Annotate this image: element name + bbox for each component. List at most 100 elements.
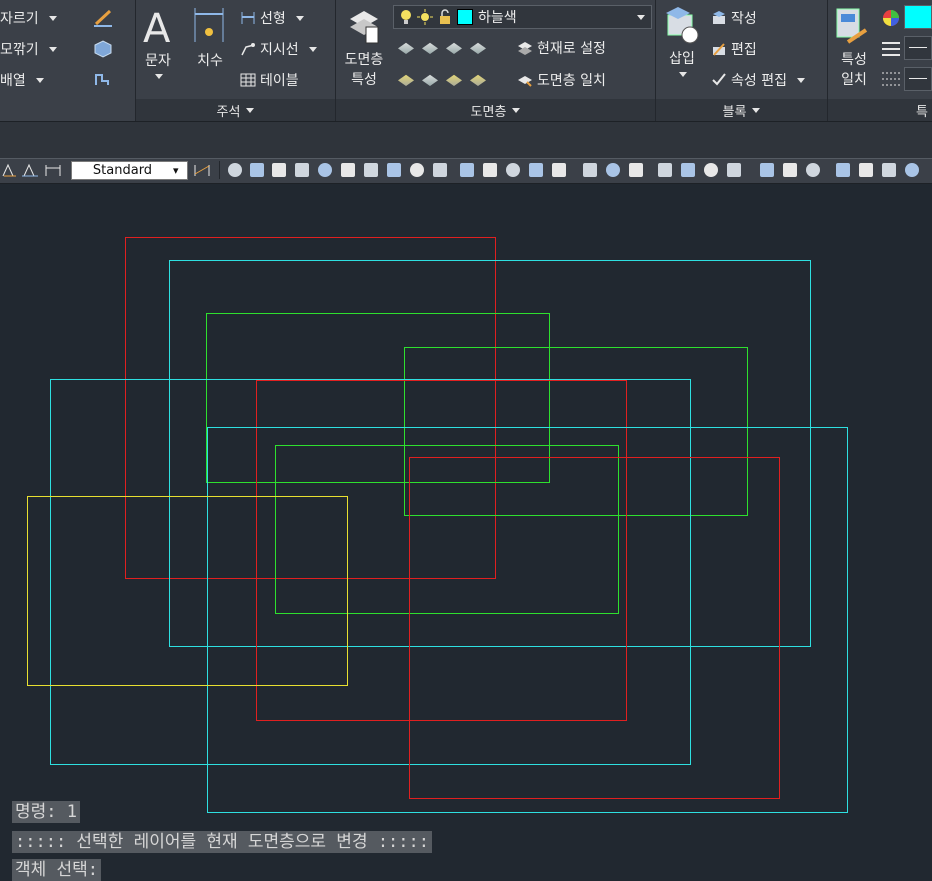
annotation-panel-title[interactable]: 주석 <box>136 99 335 121</box>
trim-button[interactable]: 자르기 <box>0 8 57 28</box>
leader-button[interactable]: 지시선 <box>240 39 317 59</box>
edit-block-label: 편집 <box>731 42 757 58</box>
color-combo[interactable] <box>904 5 932 29</box>
toolbar-tool-icon[interactable] <box>783 163 797 177</box>
linear-button[interactable]: 선형 <box>240 8 304 28</box>
toolbar-tool-icon[interactable] <box>506 163 520 177</box>
toolbar-tool-icon[interactable] <box>583 163 597 177</box>
layers-panel-title[interactable]: 도면층 <box>336 99 655 121</box>
leader-icon <box>241 43 255 56</box>
toolbar-tool-icon[interactable] <box>250 163 264 177</box>
toolbar-tool-icon[interactable] <box>859 163 873 177</box>
properties-panel-title[interactable]: 특 <box>828 99 932 121</box>
text-style-select[interactable]: Standard ▾ <box>71 161 188 180</box>
text-style-tools-icon[interactable] <box>2 162 66 178</box>
toolbar-tool-icon[interactable] <box>387 163 401 177</box>
toolbar-tool-icon[interactable] <box>228 163 242 177</box>
array-label: 배열 <box>0 73 26 89</box>
toolbar-tool-icon[interactable] <box>836 163 850 177</box>
set-current-label: 현재로 설정 <box>537 41 606 57</box>
chevron-down-icon[interactable] <box>155 74 163 79</box>
chevron-down-icon <box>35 77 44 83</box>
insert-label[interactable]: 삽입 <box>660 49 704 69</box>
layer-freeze-icon[interactable] <box>446 42 462 54</box>
layer-isolate-icon[interactable] <box>422 42 438 54</box>
layer-tools-row2 <box>398 72 486 86</box>
fillet-button[interactable]: 모깎기 <box>0 39 57 59</box>
ribbon: 자르기 모깎기 배열 A 문자 치수 선형 지시선 테이블 주석 도면층 특성 … <box>0 0 932 121</box>
toolbar-tool-icon[interactable] <box>460 163 474 177</box>
match-layer-button[interactable]: 도면층 일치 <box>517 70 606 90</box>
linetype-combo[interactable] <box>904 67 932 91</box>
toolbar-tool-icon[interactable] <box>658 163 672 177</box>
pencil-icon[interactable] <box>92 8 114 28</box>
color-wheel-icon[interactable] <box>881 8 901 28</box>
block-panel-title[interactable]: 블록 <box>656 99 827 121</box>
dimension-icon[interactable] <box>192 6 226 44</box>
lock-icon <box>440 9 450 24</box>
layer-unlock-icon[interactable] <box>470 74 486 86</box>
toolbar-tool-icon[interactable] <box>629 163 643 177</box>
text-icon[interactable]: A <box>141 4 175 46</box>
dimension-label[interactable]: 치수 <box>188 51 232 71</box>
trim-label: 자르기 <box>0 11 39 27</box>
create-block-button[interactable]: 작성 <box>711 8 757 28</box>
match-properties-label[interactable]: 특성 일치 <box>832 50 876 90</box>
text-label[interactable]: 문자 <box>136 51 180 71</box>
toolbar-tool-icon[interactable] <box>318 163 332 177</box>
command-prompt[interactable]: 객체 선택: <box>12 859 102 881</box>
edit-attribute-button[interactable]: 속성 편집 <box>711 70 805 90</box>
drawing-canvas[interactable] <box>0 184 932 874</box>
table-button[interactable]: 테이블 <box>240 70 299 90</box>
layer-on-icon[interactable] <box>398 74 414 86</box>
toolbar-tool-icon[interactable] <box>272 163 286 177</box>
linetype-icon[interactable] <box>881 70 901 88</box>
set-current-button[interactable]: 현재로 설정 <box>517 38 606 58</box>
svg-text:A: A <box>143 6 171 46</box>
insert-block-icon[interactable] <box>664 5 702 47</box>
toolbar-tool-icon[interactable] <box>483 163 497 177</box>
toolbar-tool-icon[interactable] <box>905 163 919 177</box>
toolbar-tool-icon[interactable] <box>760 163 774 177</box>
block-title: 블록 <box>722 104 747 120</box>
toolbar-tool-icon[interactable] <box>681 163 695 177</box>
chevron-down-icon[interactable] <box>679 72 687 77</box>
chevron-down-icon <box>48 15 57 21</box>
layers-title: 도면층 <box>470 104 507 120</box>
chevron-down-icon <box>752 107 761 113</box>
cube-icon[interactable] <box>92 38 114 58</box>
offset-icon[interactable] <box>92 69 114 89</box>
toolbar-tool-icon[interactable] <box>529 163 543 177</box>
command-history-line: ::::: 선택한 레이어를 현재 도면층으로 변경 ::::: <box>12 831 432 853</box>
toolbar-tool-icon[interactable] <box>727 163 741 177</box>
toolbar-tool-icon[interactable] <box>552 163 566 177</box>
layer-lock-icon[interactable] <box>470 42 486 54</box>
dim-style-icon[interactable] <box>193 162 213 178</box>
toolbar-tool-icon[interactable] <box>364 163 378 177</box>
rectangle[interactable] <box>409 457 780 799</box>
toolbar-tool-icon[interactable] <box>806 163 820 177</box>
current-layer-name: 하늘색 <box>478 10 517 26</box>
rectangle[interactable] <box>27 496 348 686</box>
toolbar-tool-icon[interactable] <box>433 163 447 177</box>
toolbar-tool-icon[interactable] <box>606 163 620 177</box>
toolbar-tool-icon[interactable] <box>704 163 718 177</box>
linear-label: 선형 <box>260 11 286 27</box>
match-layer-icon <box>518 76 532 87</box>
match-properties-icon[interactable] <box>834 6 870 46</box>
layer-unisolate-icon[interactable] <box>422 74 438 86</box>
layer-properties-label[interactable]: 도면층 특성 <box>339 50 389 90</box>
toolbar-tool-icon[interactable] <box>295 163 309 177</box>
toolbar-tool-icon[interactable] <box>341 163 355 177</box>
edit-block-button[interactable]: 편집 <box>711 39 757 59</box>
lineweight-combo[interactable] <box>904 36 932 60</box>
toolbar-tool-icon[interactable] <box>882 163 896 177</box>
layer-properties-icon[interactable] <box>346 5 380 45</box>
chevron-down-icon <box>796 77 805 83</box>
layer-thaw-icon[interactable] <box>446 74 462 86</box>
array-button[interactable]: 배열 <box>0 70 44 90</box>
layer-dropdown[interactable]: 하늘색 <box>393 5 652 29</box>
toolbar-tool-icon[interactable] <box>410 163 424 177</box>
layer-off-icon[interactable] <box>398 42 414 54</box>
lineweight-icon[interactable] <box>881 40 901 58</box>
